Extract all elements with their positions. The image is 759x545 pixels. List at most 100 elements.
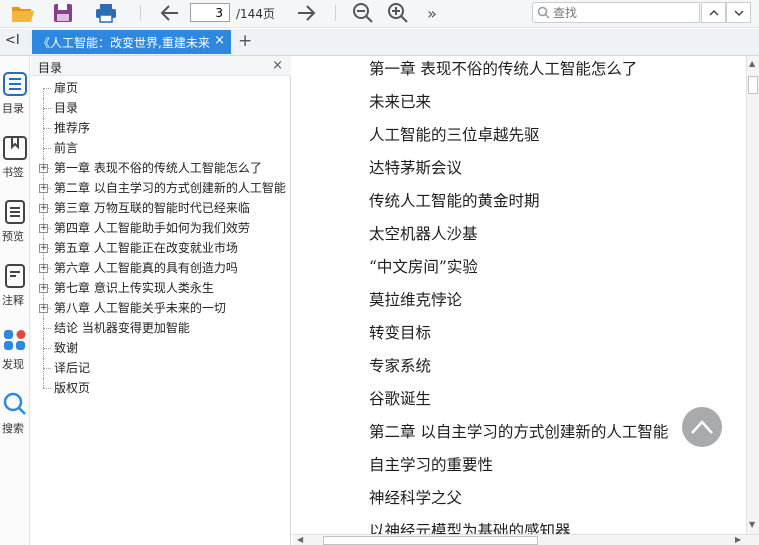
print-icon[interactable] [94,2,118,24]
toolbar: /144页 » [0,0,759,28]
content-heading[interactable]: 专家系统 [369,354,431,376]
toc-item-label: 第五章 人工智能正在改变就业市场 [54,241,238,255]
collapse-sidebar-button[interactable]: <I [5,33,20,48]
toc-item-label: 结论 当机器变得更加智能 [54,321,190,335]
toc-item-label: 致谢 [54,341,79,355]
annotation-icon [5,264,25,288]
toc-item[interactable]: 结论 当机器变得更加智能 [31,318,291,338]
tree-guide-line [43,128,51,129]
toc-item[interactable]: 推荐序 [31,118,291,138]
content-heading[interactable]: 人工智能的三位卓越先驱 [369,123,540,145]
content-heading[interactable]: 太空机器人沙基 [369,222,478,244]
new-tab-icon[interactable]: + [238,31,252,51]
tab-close-button[interactable]: × [214,33,225,48]
rail-label: 目录 [2,102,24,115]
toc-item[interactable]: + 第四章 人工智能助手如何为我们效劳 [31,218,291,238]
expand-icon[interactable]: + [39,284,48,293]
expand-icon[interactable]: + [39,304,48,313]
scroll-up-arrow-icon[interactable]: ▲ [749,59,755,68]
tree-guide-line [43,108,51,109]
toc-item[interactable]: 扉页 [31,78,291,98]
horizontal-scroll-thumb[interactable] [323,536,538,545]
search-box [532,2,700,23]
expand-icon[interactable]: + [39,164,48,173]
tree-guide-line [43,388,51,389]
chevron-down-icon [733,9,744,16]
expand-icon[interactable]: + [39,244,48,253]
save-icon[interactable] [52,2,74,24]
document-tab[interactable]: 《人工智能：改变世界,重建未来 × [32,30,231,54]
content-heading[interactable]: 神经科学之父 [369,486,462,508]
toc-item[interactable]: + 第七章 意识上传实现人类永生 [31,278,291,298]
toc-item-label: 第二章 以自主学习的方式创建新的人工智能 [54,181,286,195]
tree-guide-line [43,88,51,89]
rail-item-search[interactable]: 搜索 [0,392,30,436]
content-heading[interactable]: 第二章 以自主学习的方式创建新的人工智能 [369,420,668,442]
toc-item[interactable]: + 第二章 以自主学习的方式创建新的人工智能 [31,178,291,198]
zoom-out-icon[interactable] [351,2,375,24]
content-heading[interactable]: 转变目标 [369,321,431,343]
left-icon-rail: 目录 书签 预览 注释 发现 搜索 [0,56,30,545]
search-next-button[interactable] [726,2,751,23]
scroll-right-arrow-icon[interactable]: ▶ [735,535,741,544]
content-heading[interactable]: 以神经元模型为基础的感知器 [369,519,571,534]
content-heading[interactable]: 谷歌诞生 [369,387,431,409]
expand-icon[interactable]: + [39,264,48,273]
content-heading[interactable]: “中文房间”实验 [369,255,478,277]
expand-icon[interactable]: + [39,224,48,233]
toc-item[interactable]: + 第六章 人工智能真的具有创造力吗 [31,258,291,278]
expand-icon[interactable]: + [39,184,48,193]
rail-item-preview[interactable]: 预览 [0,200,30,244]
content-heading[interactable]: 自主学习的重要性 [369,453,493,475]
toc-item-label: 扉页 [54,81,79,95]
rail-item-annotation[interactable]: 注释 [0,264,30,308]
content-heading[interactable]: 莫拉维克悖论 [369,288,462,310]
content-heading[interactable]: 传统人工智能的黄金时期 [369,189,540,211]
search-previous-button[interactable] [701,2,726,23]
previous-page-icon[interactable] [158,2,182,24]
toc-list-icon [3,72,27,96]
expand-icon[interactable]: + [39,204,48,213]
toc-item[interactable]: 译后记 [31,358,291,378]
toc-item-label: 第七章 意识上传实现人类永生 [54,281,214,295]
toc-item-label: 版权页 [54,381,91,395]
page-number-input[interactable] [190,3,230,22]
vertical-scroll-thumb[interactable] [748,76,758,94]
tree-guide-line [43,88,44,98]
toc-item[interactable]: + 第一章 表现不俗的传统人工智能怎么了 [31,158,291,178]
toc-item[interactable]: + 第八章 人工智能关乎未来的一切 [31,298,291,318]
horizontal-scrollbar[interactable]: ◀ ▶ [293,534,759,545]
rail-label: 书签 [2,166,24,179]
rail-item-discover[interactable]: 发现 [0,328,30,372]
zoom-in-icon[interactable] [386,2,410,24]
next-page-icon[interactable] [294,2,318,24]
more-tools-button[interactable]: » [422,2,442,24]
toc-item-label: 第三章 万物互联的智能时代已经来临 [54,201,250,215]
scroll-left-arrow-icon[interactable]: ◀ [297,535,303,544]
toc-item-label: 译后记 [54,361,91,375]
toc-item[interactable]: + 第三章 万物互联的智能时代已经来临 [31,198,291,218]
toolbar-divider [140,5,141,21]
toc-item[interactable]: 前言 [31,138,291,158]
rail-item-bookmark[interactable]: 书签 [0,136,30,180]
toc-close-button[interactable]: × [272,58,283,73]
content-heading[interactable]: 达特茅斯会议 [369,156,462,178]
content-heading[interactable]: 第一章 表现不俗的传统人工智能怎么了 [369,57,637,79]
search-icon [3,392,26,415]
toc-item-label: 第八章 人工智能关乎未来的一切 [54,301,226,315]
search-input[interactable] [553,4,697,21]
scroll-down-arrow-icon[interactable]: ▼ [749,520,755,529]
rail-label: 注释 [2,294,24,307]
rail-item-toc[interactable]: 目录 [0,72,30,116]
toc-header: 目录 × [31,56,291,76]
toc-item[interactable]: 目录 [31,98,291,118]
open-folder-icon[interactable] [10,2,36,24]
toc-item[interactable]: 版权页 [31,378,291,398]
discover-icon [4,330,26,350]
rail-label: 发现 [2,358,24,371]
toc-item[interactable]: 致谢 [31,338,291,358]
vertical-scrollbar[interactable]: ▲ ▼ [746,56,759,534]
toc-item[interactable]: + 第五章 人工智能正在改变就业市场 [31,238,291,258]
back-to-top-button[interactable] [682,407,722,447]
content-heading[interactable]: 未来已来 [369,90,431,112]
